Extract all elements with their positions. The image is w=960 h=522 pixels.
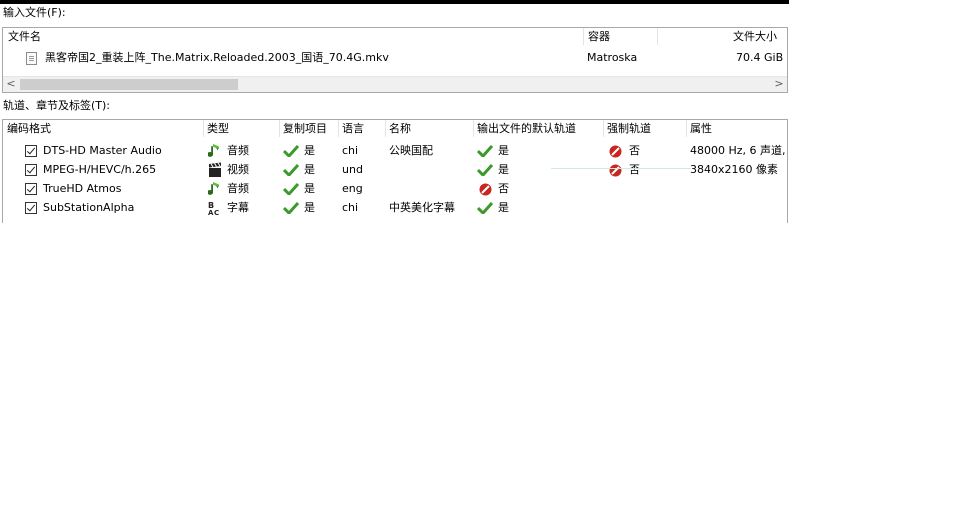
column-header-properties[interactable]: 属性: [690, 122, 712, 136]
track-row[interactable]: DTS-HD Master Audio 音频 是 chi 公映国配 是 否 48…: [3, 142, 787, 161]
track-type: 字幕: [227, 201, 249, 214]
track-row[interactable]: SubStationAlpha BAC 字幕 是 chi 中英美化字幕 是: [3, 199, 787, 218]
file-name: 黑客帝国2_重装上阵_The.Matrix.Reloaded.2003_国语_7…: [45, 51, 389, 64]
scroll-left-arrow-icon[interactable]: <: [3, 77, 19, 92]
track-copy: 是: [304, 144, 315, 157]
tracks-list[interactable]: 编码格式 类型 复制项目 语言 名称 输出文件的默认轨道 强制轨道 属性 DTS…: [2, 119, 788, 223]
subtitle-abc-icon: BA C: [208, 201, 219, 216]
track-default: 是: [498, 144, 509, 157]
input-files-label: 输入文件(F):: [3, 6, 66, 19]
track-default: 否: [498, 182, 509, 195]
column-header-forced-track[interactable]: 强制轨道: [607, 122, 651, 136]
tracks-list-header: 编码格式 类型 复制项目 语言 名称 输出文件的默认轨道 强制轨道 属性: [3, 120, 787, 137]
column-header-copy[interactable]: 复制项目: [283, 122, 327, 136]
checkmark-icon: [477, 202, 493, 214]
track-type: 音频: [227, 144, 249, 157]
track-name: 公映国配: [389, 144, 433, 157]
music-note-icon: [208, 182, 219, 195]
checkmark-icon: [283, 183, 299, 195]
files-list-header: 文件名 容器 文件大小: [3, 28, 787, 45]
checkmark-icon: [477, 145, 493, 157]
track-default: 是: [498, 201, 509, 214]
track-name: 中英美化字幕: [389, 201, 455, 214]
track-codec: MPEG-H/HEVC/h.265: [43, 163, 157, 176]
column-header-container[interactable]: 容器: [588, 30, 610, 44]
input-files-list[interactable]: 文件名 容器 文件大小 黑客帝国2_重装上阵_The.Matrix.Reload…: [2, 27, 788, 93]
scrollbar-thumb[interactable]: [20, 79, 238, 90]
window-top-edge: [0, 0, 789, 4]
column-header-codec[interactable]: 编码格式: [7, 122, 51, 136]
column-header-filename[interactable]: 文件名: [8, 30, 41, 44]
track-language: chi: [342, 144, 359, 157]
selection-artifact-line: [551, 168, 691, 169]
file-row[interactable]: 黑客帝国2_重装上阵_The.Matrix.Reloaded.2003_国语_7…: [3, 49, 787, 68]
track-properties: 48000 Hz, 6 声道,: [690, 144, 786, 157]
deny-icon: [609, 145, 622, 158]
svg-text:C: C: [214, 209, 219, 216]
track-enable-checkbox[interactable]: [25, 164, 37, 176]
track-enable-checkbox[interactable]: [25, 183, 37, 195]
track-codec: TrueHD Atmos: [43, 182, 122, 195]
files-horizontal-scrollbar[interactable]: < >: [3, 76, 787, 92]
scroll-right-arrow-icon[interactable]: >: [771, 77, 787, 92]
track-forced: 否: [629, 144, 640, 157]
track-copy: 是: [304, 182, 315, 195]
column-header-name[interactable]: 名称: [389, 122, 411, 136]
track-properties: 3840x2160 像素: [690, 163, 778, 176]
file-document-icon: [26, 52, 37, 65]
checkmark-icon: [283, 164, 299, 176]
deny-icon: [609, 164, 622, 177]
track-row[interactable]: TrueHD Atmos 音频 是 eng 否: [3, 180, 787, 199]
music-note-icon: [208, 144, 219, 157]
track-row[interactable]: MPEG-H/HEVC/h.265 视频 是 und 是 否 3840x2160…: [3, 161, 787, 180]
track-forced: 否: [629, 163, 640, 176]
column-header-default-track[interactable]: 输出文件的默认轨道: [477, 122, 576, 136]
column-header-language[interactable]: 语言: [342, 122, 364, 136]
track-language: chi: [342, 201, 359, 214]
track-enable-checkbox[interactable]: [25, 202, 37, 214]
deny-icon: [479, 183, 492, 196]
track-language: und: [342, 163, 363, 176]
track-copy: 是: [304, 201, 315, 214]
checkmark-icon: [477, 164, 493, 176]
track-codec: DTS-HD Master Audio: [43, 144, 162, 157]
track-type: 视频: [227, 163, 249, 176]
column-header-filesize[interactable]: 文件大小: [733, 30, 777, 44]
file-container: Matroska: [587, 51, 638, 64]
track-language: eng: [342, 182, 363, 195]
tracks-label: 轨道、章节及标签(T):: [3, 99, 111, 112]
track-codec: SubStationAlpha: [43, 201, 135, 214]
column-header-type[interactable]: 类型: [207, 122, 229, 136]
checkmark-icon: [283, 145, 299, 157]
checkmark-icon: [283, 202, 299, 214]
track-type: 音频: [227, 182, 249, 195]
track-enable-checkbox[interactable]: [25, 145, 37, 157]
file-size: 70.4 GiB: [736, 51, 784, 64]
track-default: 是: [498, 163, 509, 176]
film-clapper-icon: [209, 162, 221, 177]
track-copy: 是: [304, 163, 315, 176]
